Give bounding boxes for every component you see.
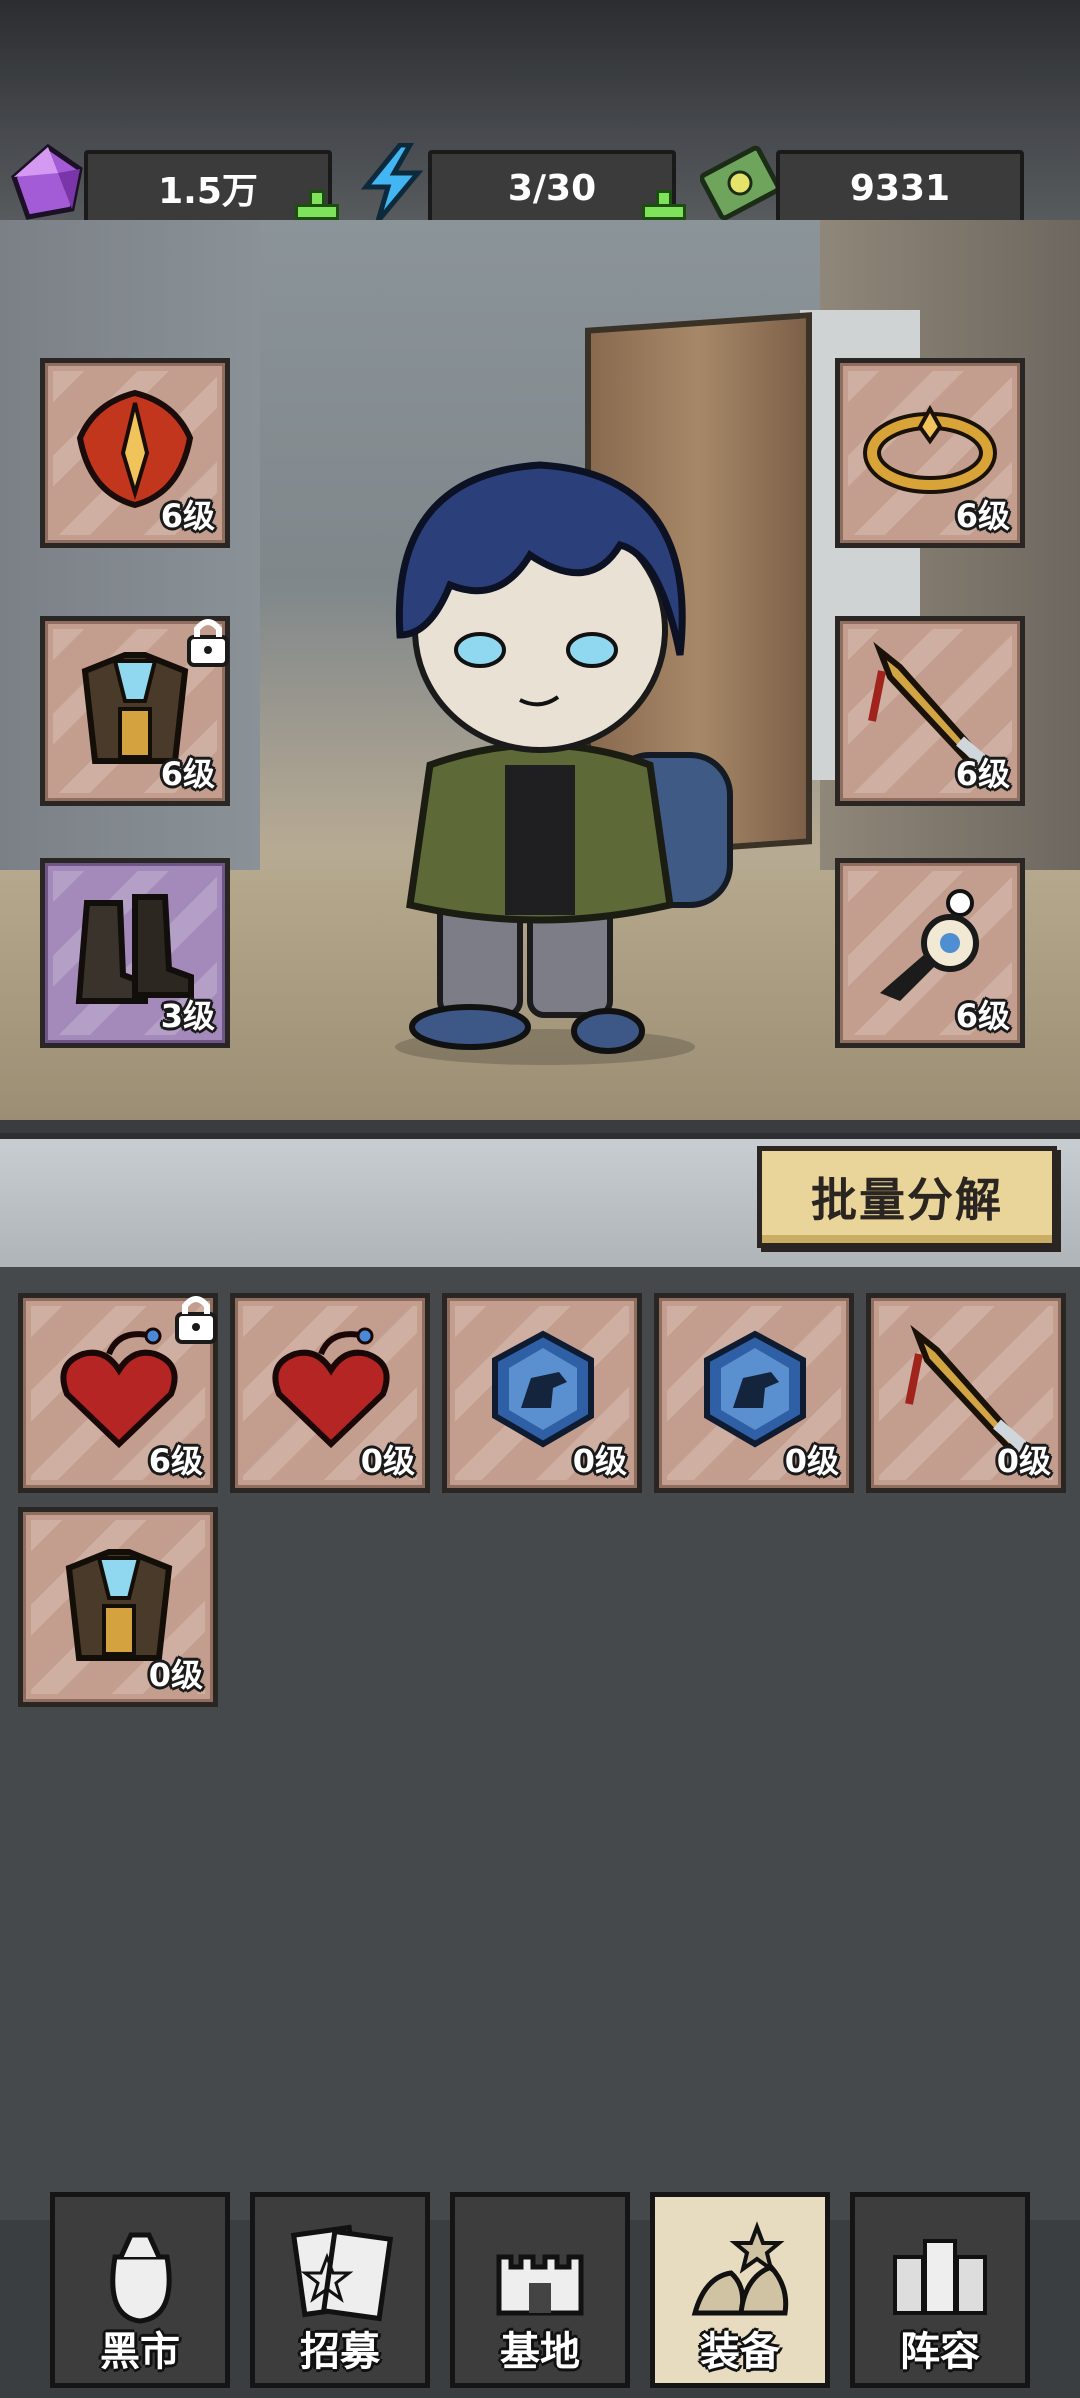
money-bag-icon xyxy=(110,2232,172,2324)
cash-counter: 9331 xyxy=(776,150,1024,226)
tab-black-market[interactable]: 黑市 xyxy=(50,2192,230,2388)
equip-slot-weapon[interactable]: 6级 xyxy=(835,616,1025,806)
inventory-item[interactable]: 0级 xyxy=(866,1293,1066,1493)
tab-label: 招募 xyxy=(300,2329,380,2375)
hero-character[interactable] xyxy=(330,435,750,1075)
tab-base[interactable]: 基地 xyxy=(450,2192,630,2388)
tab-recruit[interactable]: 招募 xyxy=(250,2192,430,2388)
item-level: 0级 xyxy=(360,1442,415,1480)
lightning-icon xyxy=(360,143,424,223)
slot-level: 6级 xyxy=(160,497,215,535)
equip-slot-boots[interactable]: 3级 xyxy=(40,858,230,1048)
batch-dismantle-button[interactable]: 批量分解 xyxy=(757,1146,1057,1248)
equip-slot-helmet[interactable]: 6级 xyxy=(40,358,230,548)
energy-counter: 3/30 xyxy=(428,150,676,226)
dino-badge-icon xyxy=(704,1330,806,1448)
heart-charm-icon xyxy=(272,1327,390,1449)
inventory-item[interactable]: 0级 xyxy=(230,1293,430,1493)
item-level: 6级 xyxy=(148,1442,203,1480)
tab-label: 黑市 xyxy=(100,2329,180,2375)
cards-icon xyxy=(290,2224,394,2322)
inventory-item[interactable]: 0级 xyxy=(18,1507,218,1707)
gem-icon xyxy=(11,143,83,220)
slot-level: 6级 xyxy=(955,997,1010,1035)
tab-label: 基地 xyxy=(500,2329,580,2375)
armor-icon xyxy=(65,1549,173,1661)
lock-icon xyxy=(187,619,229,667)
slot-level: 6级 xyxy=(955,497,1010,535)
slot-level: 6级 xyxy=(160,755,215,793)
dino-badge-icon xyxy=(492,1330,594,1448)
inventory-item[interactable]: 0级 xyxy=(654,1293,854,1493)
inventory-item[interactable]: 0级 xyxy=(442,1293,642,1493)
castle-icon xyxy=(496,2254,584,2316)
item-level: 0级 xyxy=(148,1656,203,1694)
team-icon xyxy=(893,2239,987,2315)
gear-pile-icon xyxy=(691,2221,789,2316)
item-level: 0级 xyxy=(784,1442,839,1480)
heart-charm-icon xyxy=(60,1327,178,1449)
inventory-item[interactable]: 6级 xyxy=(18,1293,218,1493)
item-level: 0级 xyxy=(996,1442,1051,1480)
lock-icon xyxy=(175,1296,217,1344)
equip-slot-amulet[interactable]: 6级 xyxy=(835,858,1025,1048)
item-level: 0级 xyxy=(572,1442,627,1480)
cash-icon xyxy=(700,145,780,221)
slot-level: 3级 xyxy=(160,997,215,1035)
tab-lineup[interactable]: 阵容 xyxy=(850,2192,1030,2388)
equip-slot-ring[interactable]: 6级 xyxy=(835,358,1025,548)
sword-icon xyxy=(905,1324,1031,1454)
tab-label: 阵容 xyxy=(900,2329,980,2375)
slot-level: 6级 xyxy=(955,755,1010,793)
tab-label: 装备 xyxy=(700,2329,780,2375)
equip-slot-armor[interactable]: 6级 xyxy=(40,616,230,806)
tab-equipment[interactable]: 装备 xyxy=(650,2192,830,2388)
